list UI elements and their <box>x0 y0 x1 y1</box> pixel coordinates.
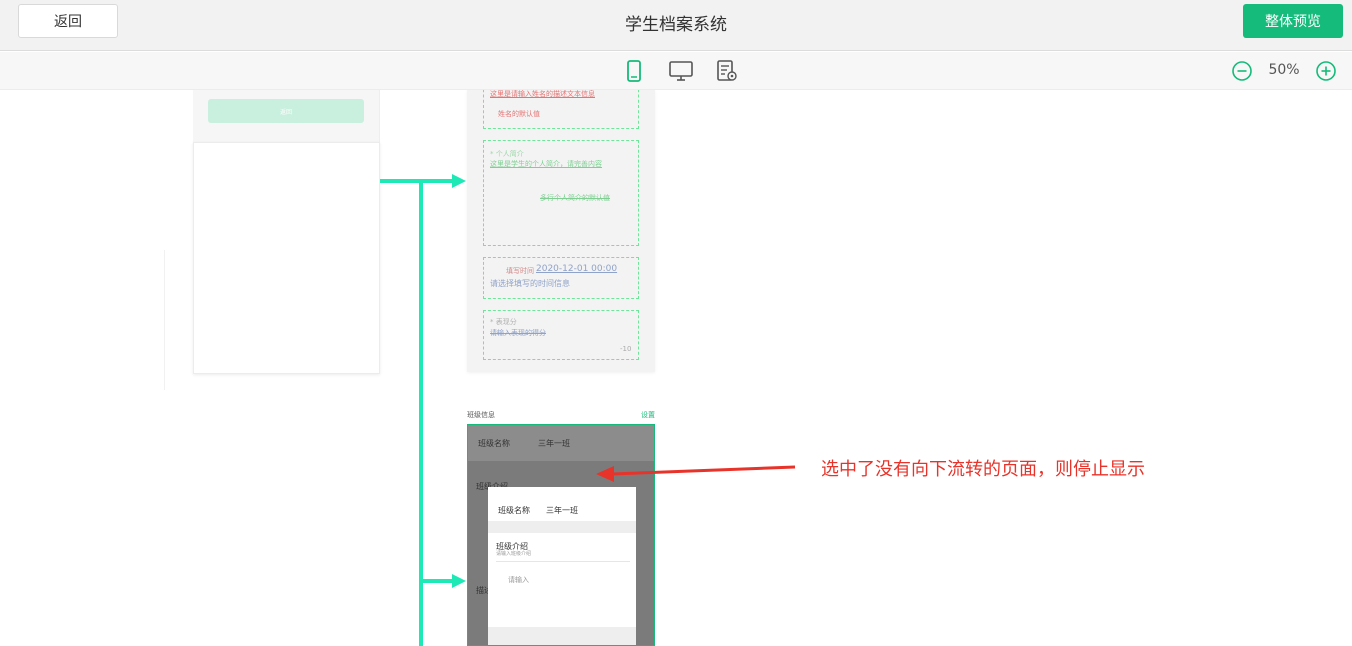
annotation-note: 选中了没有向下流转的页面，则停止显示 <box>821 459 1145 480</box>
view-toolbar: 50% <box>0 52 1352 90</box>
zoom-out-icon[interactable] <box>1231 60 1253 82</box>
annotation-arrowhead <box>596 466 614 482</box>
flow-canvas: 返回 姓名 这里是请输入姓名的描述文本信息 姓名的默认值 * 个人简介 这里是学… <box>0 90 1352 646</box>
connector-top-arrowhead <box>452 174 466 188</box>
annotation-arrow-line <box>611 465 796 476</box>
settings-doc-icon[interactable] <box>714 58 740 84</box>
page-title: 学生档案系统 <box>625 15 727 35</box>
zoom-level: 50% <box>1268 62 1300 78</box>
mobile-icon[interactable] <box>621 58 647 84</box>
zoom-in-icon[interactable] <box>1315 60 1337 82</box>
top-bar: 返回 学生档案系统 整体预览 <box>0 0 1352 51</box>
connector-bottom-arrowhead <box>452 574 466 588</box>
preview-button[interactable]: 整体预览 <box>1243 4 1343 38</box>
desktop-icon[interactable] <box>668 58 694 84</box>
connector-lines <box>380 174 796 646</box>
